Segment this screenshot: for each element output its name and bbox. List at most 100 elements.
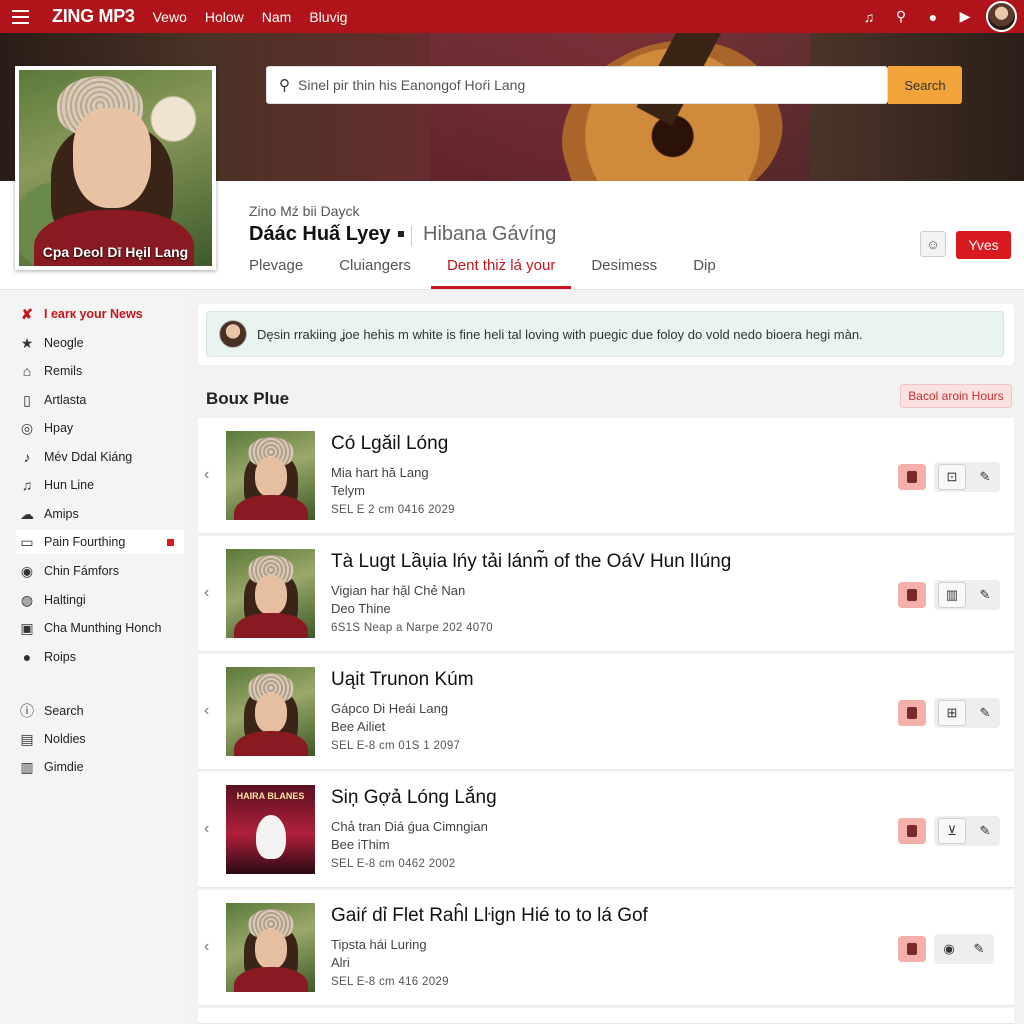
artist-subtitle: Zino Mź bii Dayck <box>249 203 360 219</box>
song-title[interactable]: Gaiŕ dỉ Flet Raĥl Lŀign Hié to to lá Gof <box>331 905 648 927</box>
bookmark-icon[interactable] <box>898 700 926 726</box>
sidebar-item-8[interactable]: ☁ Amips <box>16 502 184 526</box>
sidebar-item-11[interactable]: ◍ Haltingi <box>16 588 184 612</box>
artist-alt-name: Hibana Gávíng <box>423 223 557 245</box>
music-note-icon: ♫ <box>21 477 33 493</box>
song-row-6-partial[interactable] <box>198 1008 1014 1024</box>
song-thumbnail[interactable] <box>226 667 315 756</box>
song-row-4[interactable]: ‹ HAIRA BLANES Siņ Gợả Lóng Lắng Chả tra… <box>198 772 1014 888</box>
sidebar-item-4[interactable]: ▯ Artlasta <box>16 388 184 412</box>
song-actions: ⊡ ✎ <box>898 462 1000 492</box>
cloud-icon: ☁ <box>20 505 34 522</box>
forward-icon[interactable]: ▶ <box>956 8 974 25</box>
bookmark-icon[interactable] <box>898 818 926 844</box>
song-album: Alri <box>331 955 350 970</box>
follow-button[interactable]: Yves <box>956 231 1011 259</box>
nav-link-3[interactable]: Nam <box>262 9 292 25</box>
song-thumbnail[interactable]: HAIRA BLANES <box>226 785 315 874</box>
notice-avatar <box>219 320 247 348</box>
book-icon: ▯ <box>23 391 31 408</box>
song-row-3[interactable]: ‹ Uąit Trunon Kúm Gápco Di Heái Lang Bee… <box>198 654 1014 770</box>
sidebar-item-9[interactable]: ▭ Pain Fourthing <box>16 530 184 554</box>
sidebar-item-3[interactable]: ⌂ Remils <box>16 359 184 383</box>
bookmark-icon[interactable] <box>898 464 926 490</box>
chevron-left-icon[interactable]: ‹ <box>204 466 209 484</box>
profile-picture[interactable]: Cpa Deol Dī Hęil Lang <box>15 66 216 270</box>
sidebar-item-2[interactable]: ★ Neogle <box>16 331 184 355</box>
song-row-1[interactable]: ‹ Có Lgăil Lóng Mia hart hă Lang Telym S… <box>198 418 1014 534</box>
sidebar: ✘ I earк your News ★ Neogle ⌂ Remils ▯ Artla… <box>0 290 190 1024</box>
song-thumbnail[interactable] <box>226 431 315 520</box>
chevron-left-icon[interactable]: ‹ <box>204 584 209 602</box>
bookmark-icon[interactable] <box>898 582 926 608</box>
list-icon: ▤ <box>20 730 34 747</box>
artist-name: Dáác Huấ Lyey <box>249 223 391 245</box>
tab-4[interactable]: Desimess <box>591 251 657 289</box>
columns-icon: ▥ <box>20 758 34 775</box>
play-icon[interactable]: ◉ <box>934 934 964 964</box>
separator-dot <box>398 231 404 237</box>
sidebar-item-search[interactable]: ⓘ Search <box>16 699 184 723</box>
sidebar-item-5[interactable]: ◎ Hpay <box>16 416 184 440</box>
edit-icon[interactable]: ✎ <box>970 816 1000 846</box>
menu-icon[interactable] <box>0 0 40 33</box>
song-meta: 6S1S Neap a Narpe 202 4070 <box>331 622 493 634</box>
disc-icon: ◉ <box>20 562 34 579</box>
nav-link-1[interactable]: Vewo <box>153 9 187 25</box>
chevron-left-icon[interactable]: ‹ <box>204 702 209 720</box>
search-icon[interactable]: ⚲ <box>892 8 910 25</box>
sidebar-item-12[interactable]: ▣ Cha Munthing Honch <box>16 616 184 640</box>
song-title[interactable]: Siņ Gợả Lóng Lắng <box>331 787 497 809</box>
song-thumbnail[interactable] <box>226 549 315 638</box>
edit-icon[interactable]: ✎ <box>970 698 1000 728</box>
video-icon[interactable]: ⊡ <box>938 464 966 490</box>
song-album: Bee Ailiet <box>331 719 386 734</box>
sidebar-item-10[interactable]: ◉ Chin Fámfors <box>16 559 184 583</box>
tab-2[interactable]: Cluiangers <box>339 251 411 289</box>
top-nav: Vewo Holow Nam Bluvig <box>153 9 348 25</box>
nav-link-2[interactable]: Holow <box>205 9 244 25</box>
song-title[interactable]: Tà Lugt Lầụia lńy tải lánm̃ of the OáV H… <box>331 551 731 573</box>
user-icon: ● <box>22 649 32 665</box>
search-button[interactable]: Search <box>888 66 962 104</box>
sidebar-item-13[interactable]: ● Roips <box>16 645 184 669</box>
grid-icon[interactable]: ⊞ <box>938 700 966 726</box>
sidebar-item-16[interactable]: ▥ Gimdie <box>16 755 184 779</box>
top-bar: ZING MP3 Vewo Holow Nam Bluvig ♫ ⚲ ● ▶ <box>0 0 1024 33</box>
sidebar-item-7[interactable]: ♫ Hun Line <box>16 473 184 497</box>
music-note-icon[interactable]: ♫ <box>860 9 878 25</box>
user-avatar[interactable] <box>986 1 1017 32</box>
song-thumbnail[interactable] <box>226 903 315 992</box>
song-album: Bee iThim <box>331 837 390 852</box>
sidebar-item-15[interactable]: ▤ Noldies <box>16 727 184 751</box>
profile-caption: Cpa Deol Dī Hęil Lang <box>42 244 189 260</box>
song-actions: ▥ ✎ <box>898 580 1000 610</box>
x-mark-icon: ✘ <box>21 305 33 322</box>
tab-3-active[interactable]: Dent thiż lá your <box>430 251 572 289</box>
user-icon[interactable]: ☺ <box>920 231 946 257</box>
chevron-left-icon[interactable]: ‹ <box>204 820 209 838</box>
chevron-left-icon[interactable]: ‹ <box>204 938 209 956</box>
song-row-5[interactable]: ‹ Gaiŕ dỉ Flet Raĥl Lŀign Hié to to lá G… <box>198 890 1014 1006</box>
song-title[interactable]: Có Lgăil Lóng <box>331 433 448 455</box>
hand-icon: ♪ <box>23 449 31 465</box>
edit-icon[interactable]: ✎ <box>970 462 1000 492</box>
sidebar-item-6[interactable]: ♪ Mév Ddal Kiáng <box>16 445 184 469</box>
chat-icon[interactable]: ● <box>924 9 942 25</box>
tab-5[interactable]: Dip <box>693 251 716 289</box>
section-action-button[interactable]: Bacol aroin Hours <box>900 384 1012 408</box>
download-icon[interactable]: ⊻ <box>938 818 966 844</box>
song-row-2[interactable]: ‹ Tà Lugt Lầụia lńy tải lánm̃ of the OáV… <box>198 536 1014 652</box>
nav-link-4[interactable]: Bluvig <box>309 9 347 25</box>
search-input[interactable] <box>298 77 887 93</box>
card-icon: ▭ <box>20 533 34 550</box>
chart-icon[interactable]: ▥ <box>938 582 966 608</box>
sidebar-item-news[interactable]: ✘ I earк your News <box>16 302 184 326</box>
bookmark-icon[interactable] <box>898 936 926 962</box>
tab-1[interactable]: Plevage <box>249 251 303 289</box>
edit-icon[interactable]: ✎ <box>970 580 1000 610</box>
song-title[interactable]: Uąit Trunon Kúm <box>331 669 474 691</box>
app-logo[interactable]: ZING MP3 <box>52 6 135 27</box>
edit-icon[interactable]: ✎ <box>964 934 994 964</box>
song-actions: ⊻ ✎ <box>898 816 1000 846</box>
